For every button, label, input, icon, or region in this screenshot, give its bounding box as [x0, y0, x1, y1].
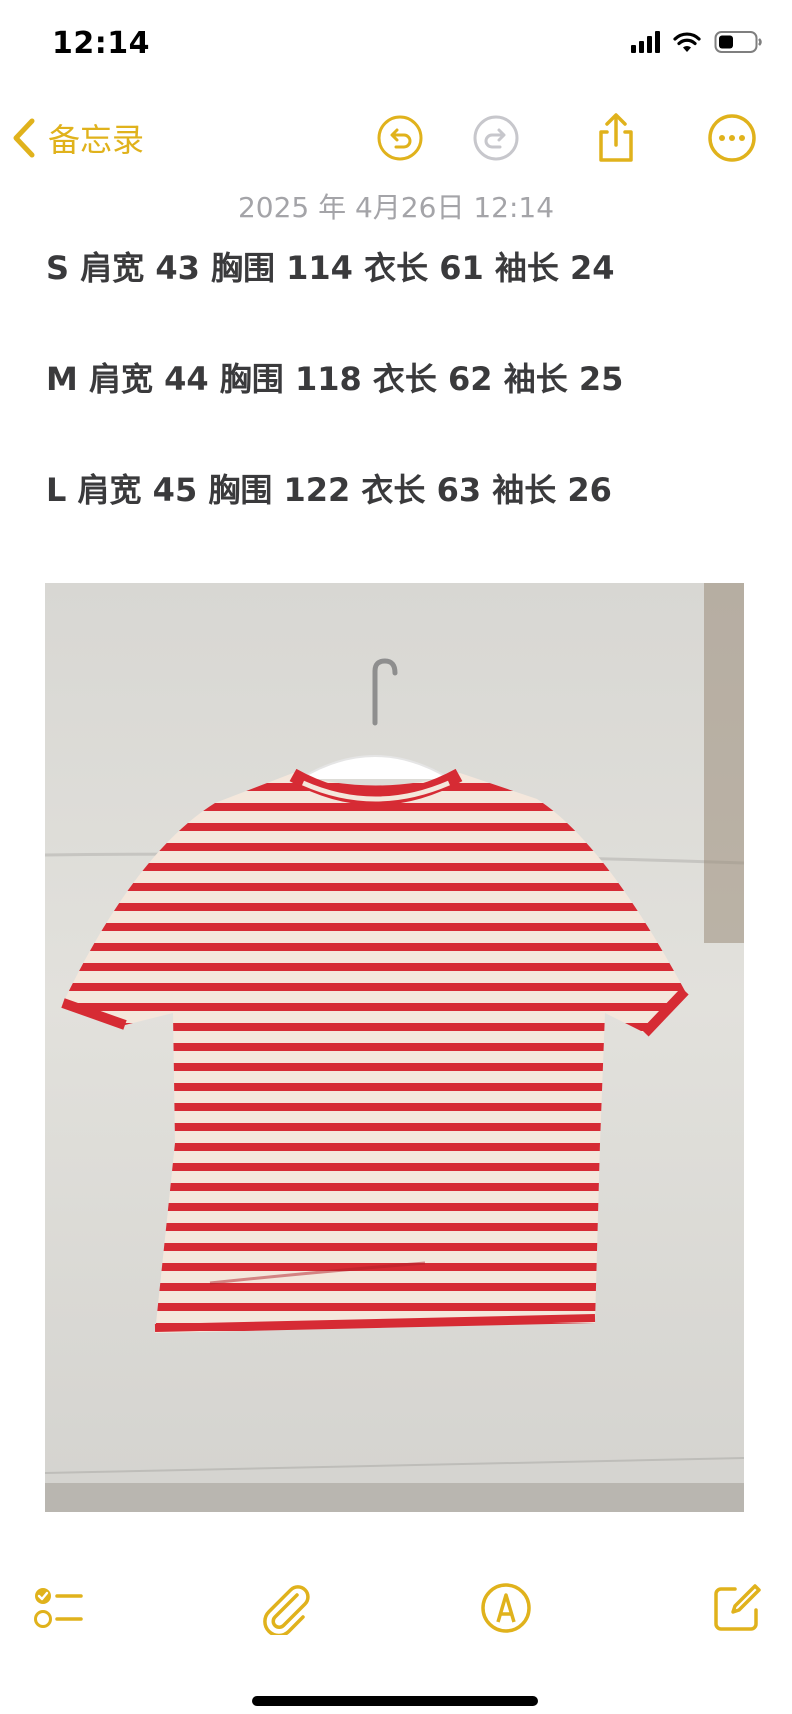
- ellipsis-circle-icon: [708, 114, 756, 162]
- note-line-l[interactable]: L 肩宽 45 胸围 122 衣长 63 袖长 26: [46, 465, 612, 511]
- status-time: 12:14: [52, 26, 150, 61]
- more-button[interactable]: [706, 112, 758, 164]
- status-bar: 12:14: [0, 0, 792, 90]
- share-icon: [599, 113, 633, 162]
- compose-button[interactable]: [708, 1580, 764, 1636]
- attachment-button[interactable]: [258, 1580, 314, 1636]
- note-photo[interactable]: [45, 583, 744, 1512]
- note-line-s[interactable]: S 肩宽 43 胸围 114 衣长 61 袖长 24: [46, 243, 615, 289]
- cellular-signal-icon: [631, 31, 660, 53]
- markup-button[interactable]: [478, 1580, 534, 1636]
- status-icons: [631, 30, 764, 54]
- redo-button[interactable]: [470, 112, 522, 164]
- chevron-left-icon: [13, 118, 35, 158]
- note-date: 2025 年 4月26日 12:14: [237, 191, 555, 224]
- redo-icon: [473, 115, 519, 161]
- battery-icon: [714, 31, 762, 53]
- checklist-icon: [34, 1588, 83, 1628]
- back-label: 备忘录: [48, 121, 145, 159]
- undo-icon: [377, 115, 423, 161]
- share-button[interactable]: [590, 112, 642, 164]
- back-button[interactable]: 备忘录: [10, 110, 144, 166]
- markup-pen-icon: [481, 1583, 531, 1633]
- note-line-m[interactable]: M 肩宽 44 胸围 118 衣长 62 袖长 25: [46, 354, 623, 400]
- nav-bar: 备忘录: [0, 100, 792, 180]
- paperclip-icon: [263, 1585, 310, 1635]
- checklist-button[interactable]: [30, 1580, 86, 1636]
- compose-icon: [714, 1584, 761, 1631]
- home-indicator[interactable]: [252, 1696, 538, 1706]
- wifi-icon: [673, 32, 701, 52]
- tshirt-photo: [45, 583, 744, 1512]
- undo-button[interactable]: [374, 112, 426, 164]
